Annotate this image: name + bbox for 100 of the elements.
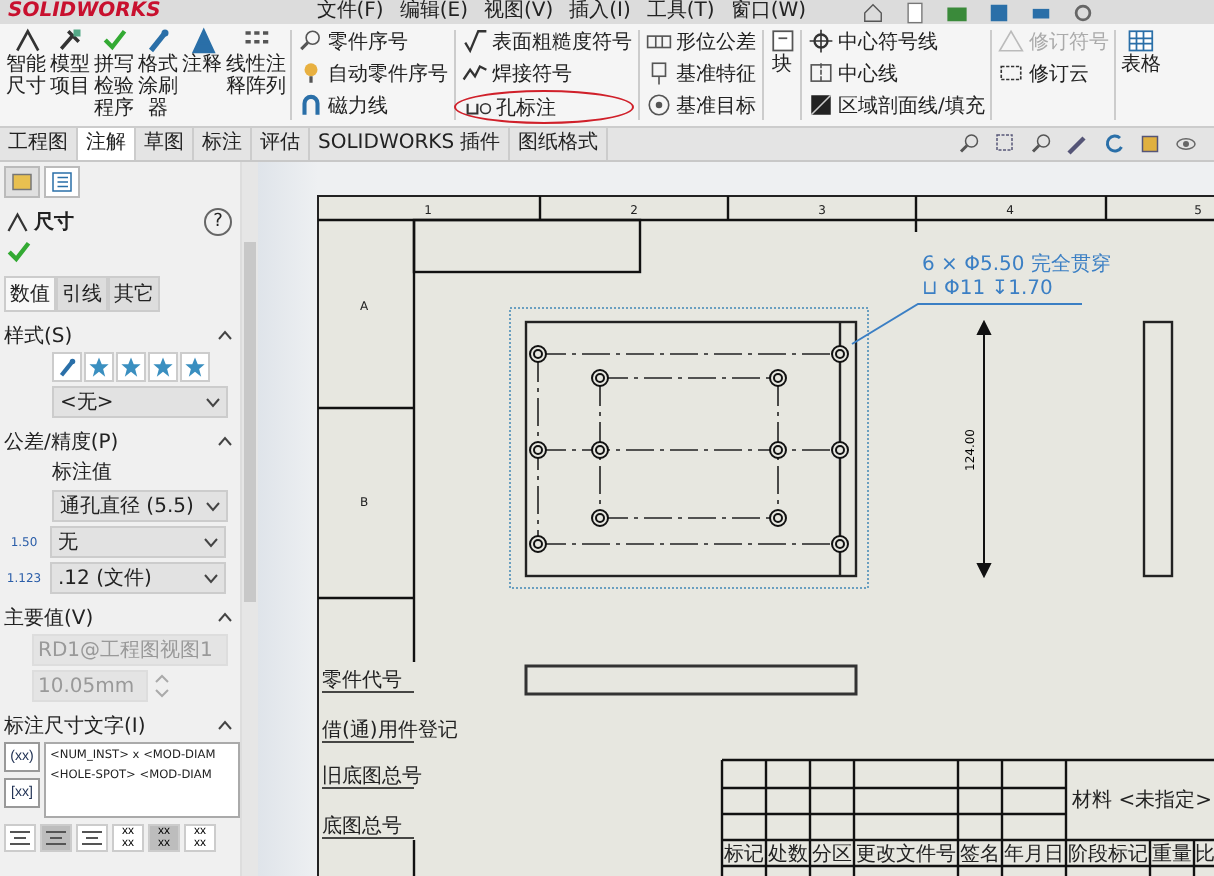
style-button[interactable] xyxy=(52,352,82,382)
ribbon-button[interactable]: 线性注 释阵列 xyxy=(224,24,288,126)
chevron-up-icon xyxy=(218,436,232,446)
panel-subtab[interactable]: 引线 xyxy=(56,276,108,312)
style-button[interactable] xyxy=(84,352,114,382)
section-title: 标注尺寸文字(I) xyxy=(4,713,146,739)
ribbon-button[interactable]: 基准特征 xyxy=(644,58,758,88)
ribbon-button[interactable]: 中心符号线 xyxy=(806,26,987,56)
section-title: 主要值(V) xyxy=(4,605,94,631)
flag-icon xyxy=(646,60,672,86)
angle-icon xyxy=(4,210,28,234)
panel-tab[interactable] xyxy=(44,166,80,198)
search-icon xyxy=(1030,132,1054,156)
align-button[interactable] xyxy=(4,824,36,852)
menu-item[interactable]: 插入(I) xyxy=(569,0,631,24)
ribbon-button[interactable]: 拼写 检验 程序 xyxy=(92,24,136,126)
column-header: 签名 xyxy=(960,844,1000,866)
centerline-icon xyxy=(808,60,834,86)
lines-icon xyxy=(46,829,66,847)
dashed-rect-icon xyxy=(998,60,1025,86)
hole-note: ⊔ Φ11 ↧1.70 xyxy=(922,278,1053,300)
ribbon-button[interactable]: 智能 尺寸 xyxy=(4,24,48,126)
star-icon xyxy=(88,356,110,378)
section-title: 样式(S) xyxy=(4,323,73,349)
section-title: 公差/精度(P) xyxy=(4,429,119,455)
ribbon-button[interactable]: 注释 xyxy=(180,24,224,126)
help-button[interactable]: ? xyxy=(204,208,232,236)
column-header: 标记 xyxy=(724,844,764,866)
list-icon xyxy=(50,170,74,194)
precision-dropdown[interactable]: .12 (文件) xyxy=(50,562,226,594)
ribbon-button[interactable]: 区域剖面线/填充 xyxy=(806,90,987,120)
panel-subtab[interactable]: 数值 xyxy=(4,276,56,312)
search-icon xyxy=(958,132,982,156)
ribbon-button[interactable]: 自动零件序号 xyxy=(296,58,450,88)
ribbon-button[interactable]: 表格 xyxy=(1118,24,1163,126)
app-logo: SOLIDWORKS xyxy=(8,0,161,24)
panel-subtab[interactable]: 其它 xyxy=(108,276,160,312)
ribbon-button[interactable]: 焊接符号 xyxy=(460,58,634,88)
target-icon xyxy=(646,92,672,118)
column-header: 更改文件号 xyxy=(856,844,956,866)
root-icon xyxy=(462,28,488,54)
warning-icon xyxy=(998,28,1025,54)
scrollbar[interactable] xyxy=(240,162,258,876)
magnifier-icon xyxy=(298,28,324,54)
panel-tab[interactable] xyxy=(4,166,40,198)
chevron-down-icon xyxy=(206,397,220,407)
star-icon xyxy=(120,356,142,378)
hammer-icon xyxy=(56,26,84,54)
material-label: 材料 <未指定> xyxy=(1072,790,1212,812)
column-header: 处数 xyxy=(768,844,808,866)
ribbon-button[interactable]: 磁力线 xyxy=(296,90,450,120)
menu-item[interactable]: 视图(V) xyxy=(483,0,554,24)
ribbon-button[interactable]: 形位公差 xyxy=(644,26,758,56)
chevron-up-icon xyxy=(218,330,232,340)
check-icon xyxy=(100,26,128,54)
chevron-down-icon xyxy=(204,537,218,547)
hole-note: 6 × Φ5.50 完全贯穿 xyxy=(922,254,1111,276)
column-header: 比 xyxy=(1195,844,1214,866)
eye-icon xyxy=(1174,132,1198,156)
chevron-up-icon xyxy=(218,612,232,622)
tolerance-dropdown[interactable]: 无 xyxy=(50,526,226,558)
style-button[interactable] xyxy=(116,352,146,382)
lines-icon xyxy=(82,829,102,847)
ribbon-button[interactable]: 中心线 xyxy=(806,58,987,88)
style-button[interactable] xyxy=(180,352,210,382)
chevron-down-icon xyxy=(206,501,220,511)
ribbon-button[interactable]: 零件序号 xyxy=(296,26,450,56)
ribbon-button[interactable]: 块 xyxy=(766,24,798,126)
side-label: 底图总号 xyxy=(322,816,402,838)
ribbon-button[interactable]: 表面粗糙度符号 xyxy=(460,26,634,56)
ribbon-tab[interactable]: 注解 xyxy=(78,128,136,160)
spinner-icon[interactable] xyxy=(154,672,170,700)
align-button[interactable] xyxy=(40,824,72,852)
ribbon-button[interactable]: 格式 涂刷 器 xyxy=(136,24,180,126)
field-label: 标注值 xyxy=(52,459,114,486)
menu-item[interactable]: 工具(T) xyxy=(646,0,715,24)
side-label: 零件代号 xyxy=(322,670,402,692)
brush-icon xyxy=(56,356,78,378)
crosshair-icon xyxy=(808,28,834,54)
ribbon-button[interactable]: 模型 项目 xyxy=(48,24,92,126)
arch-icon xyxy=(298,92,324,118)
column-header: 重量 xyxy=(1152,844,1192,866)
hatch-square-icon xyxy=(808,92,834,118)
brush-icon xyxy=(144,26,172,54)
side-label: 旧底图总号 xyxy=(322,766,422,788)
ribbon-button[interactable]: 基准目标 xyxy=(644,90,758,120)
check-icon xyxy=(4,238,32,266)
ribbon-button[interactable]: 孔标注 xyxy=(454,90,634,124)
style-button[interactable] xyxy=(148,352,178,382)
rotate-icon xyxy=(1102,132,1126,156)
angle-icon xyxy=(12,26,40,54)
pencil-icon xyxy=(1066,132,1090,156)
lines-icon xyxy=(10,829,30,847)
chevron-down-icon xyxy=(204,573,218,583)
ribbon-button[interactable]: 修订云 xyxy=(996,58,1111,88)
menu-item[interactable]: 编辑(E) xyxy=(399,0,468,24)
align-button[interactable] xyxy=(76,824,108,852)
callout-dropdown[interactable]: 通孔直径 (5.5) xyxy=(52,490,228,522)
style-dropdown[interactable]: <无> xyxy=(52,386,228,418)
star-icon xyxy=(184,356,206,378)
